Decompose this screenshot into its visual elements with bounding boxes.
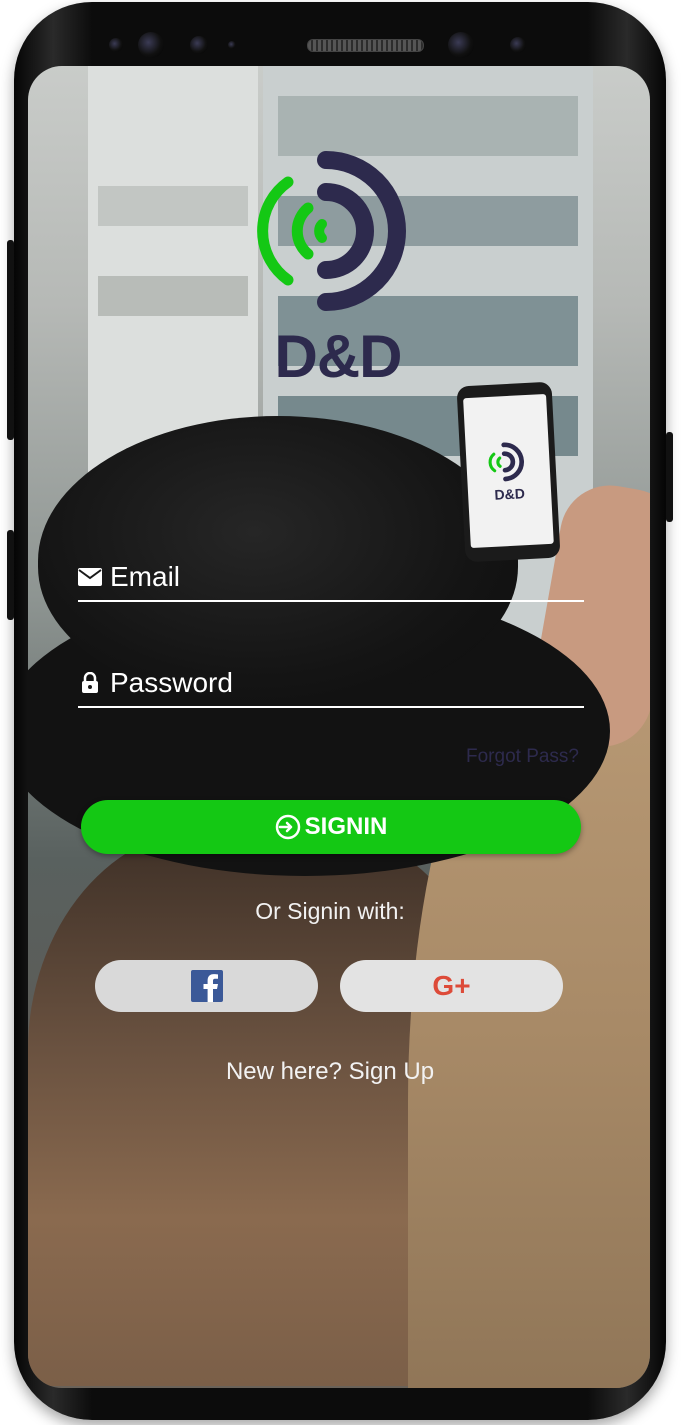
brand-name: D&D	[274, 323, 403, 390]
email-input[interactable]	[110, 561, 584, 593]
dd-logo-icon	[257, 151, 406, 311]
phone-side-button	[7, 530, 14, 620]
email-icon	[78, 565, 102, 589]
facebook-icon	[190, 970, 223, 1002]
signup-link[interactable]: New here? Sign Up	[28, 1058, 632, 1086]
iris-scanner-icon	[448, 32, 474, 58]
held-phone-brand: D&D	[494, 485, 526, 503]
phone-side-button	[7, 240, 14, 440]
google-plus-signin-button[interactable]: G+	[340, 960, 563, 1012]
lock-icon	[78, 671, 102, 695]
app-screen: D&D D&D Forgot Pass? SIGNIN Or Signin wi…	[28, 66, 650, 1388]
building-window	[98, 186, 248, 226]
earpiece-speaker	[307, 39, 424, 52]
facebook-signin-button[interactable]	[95, 960, 318, 1012]
phone-side-button	[666, 432, 673, 522]
sensor-icon	[510, 37, 526, 53]
dd-logo-icon	[488, 442, 524, 482]
sensor-icon	[228, 41, 236, 49]
held-phone: D&D	[456, 381, 561, 563]
password-field[interactable]	[78, 660, 584, 708]
front-camera-icon	[109, 38, 123, 52]
forgot-password-link[interactable]: Forgot Pass?	[466, 746, 579, 768]
building-window	[98, 276, 248, 316]
sensor-icon	[190, 36, 208, 54]
password-input[interactable]	[110, 667, 584, 699]
signin-label: SIGNIN	[304, 813, 388, 840]
email-field[interactable]	[78, 554, 584, 602]
held-phone-screen: D&D	[463, 393, 554, 549]
front-camera-icon	[138, 32, 164, 58]
signin-button[interactable]: SIGNIN	[81, 800, 581, 854]
login-icon	[275, 814, 300, 840]
google-plus-icon: G+	[432, 970, 471, 1001]
social-signin-prompt: Or Signin with:	[255, 898, 405, 924]
